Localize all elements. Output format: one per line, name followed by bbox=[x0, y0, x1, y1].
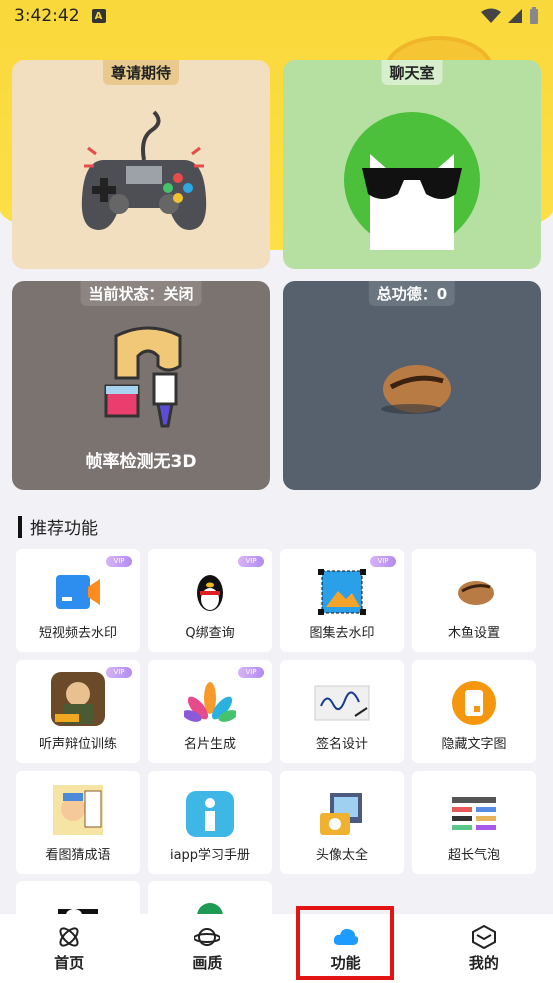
planet-icon bbox=[194, 927, 221, 946]
grid-item-label: iapp学习手册 bbox=[169, 848, 251, 863]
vip-badge: VIP bbox=[106, 667, 132, 678]
section-title-text: 推荐功能 bbox=[30, 519, 98, 539]
grid-item-avatar-collection[interactable]: 头像太全 bbox=[280, 771, 404, 874]
fps-label: 帧率检测无3D bbox=[85, 452, 197, 472]
cool-cat-icon bbox=[344, 112, 480, 250]
video-camera-icon bbox=[56, 575, 100, 609]
game-character-icon bbox=[51, 672, 105, 726]
grid-item-guess-idiom[interactable]: 看图猜成语 bbox=[16, 771, 140, 874]
grid-item-label: 短视频去水印 bbox=[38, 626, 117, 641]
grid-item-label: 图集去水印 bbox=[309, 626, 375, 641]
grid-item-label: 听声辩位训练 bbox=[38, 737, 117, 752]
info-i-icon bbox=[186, 791, 234, 837]
merit-card[interactable]: 总功德：0 bbox=[283, 281, 541, 490]
card-tag: 尊请期待 bbox=[102, 60, 180, 85]
grid-item-label: 看图猜成语 bbox=[45, 848, 111, 863]
card-tag: 总功德：0 bbox=[368, 281, 456, 306]
status-icons bbox=[481, 7, 539, 25]
card-tag: 聊天室 bbox=[381, 60, 443, 85]
vip-badge: VIP bbox=[106, 556, 132, 567]
flower-petals-icon bbox=[184, 682, 236, 722]
phone-note-icon bbox=[452, 681, 496, 725]
nav-quality-label: 画质 bbox=[192, 953, 223, 972]
grid-item-signature-design[interactable]: 签名设计 bbox=[280, 660, 404, 763]
grid-item-label: 名片生成 bbox=[183, 737, 236, 752]
nav-quality[interactable]: 画质 bbox=[138, 914, 276, 983]
atom-icon bbox=[59, 926, 79, 947]
vip-badge: VIP bbox=[238, 667, 264, 678]
nav-mine-label: 我的 bbox=[468, 953, 499, 972]
card-tag: 当前状态：关闭 bbox=[80, 281, 202, 306]
battery-icon bbox=[530, 7, 538, 24]
grid-item-label: 签名设计 bbox=[315, 737, 368, 752]
grid-item-label: 超长气泡 bbox=[447, 848, 500, 863]
nav-home-label: 首页 bbox=[54, 953, 85, 972]
nav-highlight-box bbox=[296, 906, 394, 980]
grid-item-gallery-watermark[interactable]: VIP 图集去水印 bbox=[280, 549, 404, 652]
wifi-icon bbox=[481, 8, 501, 23]
grid-item-hidden-text[interactable]: 隐藏文字图 bbox=[412, 660, 536, 763]
photo-camera-icon bbox=[320, 793, 362, 835]
grid-item-long-bubble[interactable]: 超长气泡 bbox=[412, 771, 536, 874]
image-select-icon bbox=[318, 569, 366, 615]
coming-soon-card[interactable]: 尊请期待 bbox=[12, 60, 270, 269]
status-time: 3:42:42 bbox=[14, 6, 80, 26]
penguin-icon bbox=[197, 575, 223, 611]
paint-roller-icon bbox=[104, 326, 182, 428]
signature-icon bbox=[314, 685, 370, 721]
grid-item-label: 头像太全 bbox=[315, 848, 368, 863]
nav-mine[interactable]: 我的 bbox=[415, 914, 553, 983]
grid-item-label: 木鱼设置 bbox=[447, 626, 500, 641]
grid-item-sound-position[interactable]: VIP 听声辩位训练 bbox=[16, 660, 140, 763]
gamepad-icon bbox=[81, 110, 207, 230]
notification-a-icon: A bbox=[91, 9, 106, 23]
grid-item-wooden-fish[interactable]: 木鱼设置 bbox=[412, 549, 536, 652]
fps-detect-card[interactable]: 当前状态：关闭 帧率检测无3D bbox=[12, 281, 270, 490]
grid-item-label: Q绑查询 bbox=[185, 626, 235, 641]
wooden-fish-icon bbox=[458, 581, 494, 605]
grid-item-business-card[interactable]: VIP 名片生成 bbox=[148, 660, 272, 763]
cube-icon bbox=[471, 924, 496, 949]
grid-item-label: 隐藏文字图 bbox=[441, 737, 507, 752]
grid-item-iapp-manual[interactable]: iapp学习手册 bbox=[148, 771, 272, 874]
grid-item-video-watermark[interactable]: VIP 短视频去水印 bbox=[16, 549, 140, 652]
nav-home[interactable]: 首页 bbox=[0, 914, 138, 983]
signal-icon bbox=[508, 9, 522, 23]
vip-badge: VIP bbox=[370, 556, 396, 567]
bottom-navigation: 首页 画质 功能 我的 bbox=[0, 914, 553, 983]
recommended-section-title: 推荐功能 bbox=[18, 514, 98, 539]
vip-badge: VIP bbox=[238, 556, 264, 567]
bubble-list-icon bbox=[452, 797, 496, 830]
chat-room-card[interactable]: 聊天室 bbox=[283, 60, 541, 269]
status-bar: 3:42:42 A bbox=[0, 0, 553, 32]
section-bar bbox=[18, 515, 22, 538]
grid-item-qq-query[interactable]: VIP Q绑查询 bbox=[148, 549, 272, 652]
idiom-character-icon bbox=[53, 785, 103, 835]
wooden-fish-icon bbox=[381, 365, 451, 414]
